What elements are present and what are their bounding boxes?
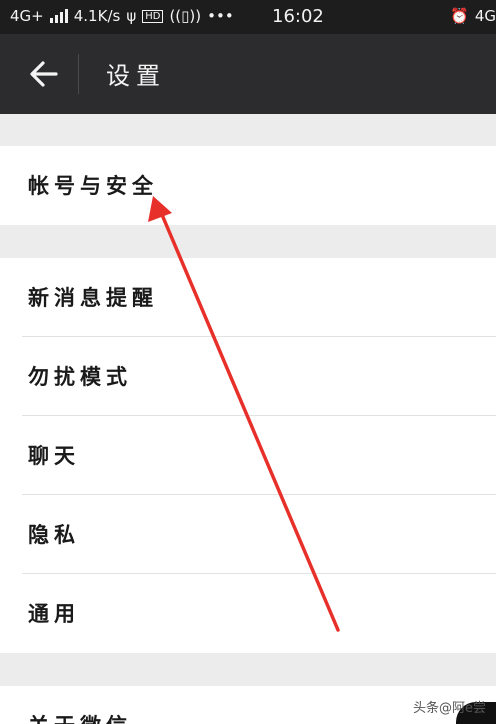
page-title: 设置 xyxy=(106,62,166,90)
settings-item-label: 聊天 xyxy=(28,443,80,468)
status-right: ⏰ 4G xyxy=(450,7,496,25)
section-gap xyxy=(0,114,496,146)
settings-item-general[interactable]: 通用 xyxy=(0,574,496,653)
network-type: 4G+ xyxy=(10,7,44,25)
settings-item-label: 帐号与安全 xyxy=(28,173,158,198)
status-bar: 4G+ 4.1K/s ψ HD ((▯)) ••• 16:02 ⏰ 4G xyxy=(0,0,496,34)
settings-item-label: 隐私 xyxy=(28,522,80,547)
vibrate-icon: ((▯)) xyxy=(169,7,202,25)
settings-item-label: 勿扰模式 xyxy=(28,364,132,389)
settings-item-label: 新消息提醒 xyxy=(28,285,158,310)
settings-item-new-message-alerts[interactable]: 新消息提醒 xyxy=(0,258,496,337)
usb-icon: ψ xyxy=(126,7,137,25)
settings-item-chat[interactable]: 聊天 xyxy=(0,416,496,495)
settings-item-do-not-disturb[interactable]: 勿扰模式 xyxy=(0,337,496,416)
section-gap xyxy=(0,653,496,686)
back-button[interactable] xyxy=(26,56,62,92)
appbar-divider xyxy=(78,54,79,94)
alarm-icon: ⏰ xyxy=(450,7,469,25)
status-time: 16:02 xyxy=(272,6,324,27)
app-bar: 设置 xyxy=(0,34,496,114)
settings-item-account-security[interactable]: 帐号与安全 xyxy=(0,146,496,225)
settings-item-privacy[interactable]: 隐私 xyxy=(0,495,496,574)
back-arrow-icon xyxy=(30,61,58,87)
watermark: 头条@阿e尝 xyxy=(413,701,486,716)
section-gap xyxy=(0,225,496,258)
more-icon: ••• xyxy=(207,7,234,25)
status-left: 4G+ 4.1K/s ψ HD ((▯)) ••• xyxy=(10,7,234,25)
settings-item-label: 通用 xyxy=(28,601,80,626)
settings-item-label: 关于微信 xyxy=(28,710,132,724)
network-speed: 4.1K/s xyxy=(73,7,121,25)
right-network-type: 4G xyxy=(474,7,496,25)
signal-icon xyxy=(49,9,68,23)
hd-icon: HD xyxy=(142,9,164,23)
